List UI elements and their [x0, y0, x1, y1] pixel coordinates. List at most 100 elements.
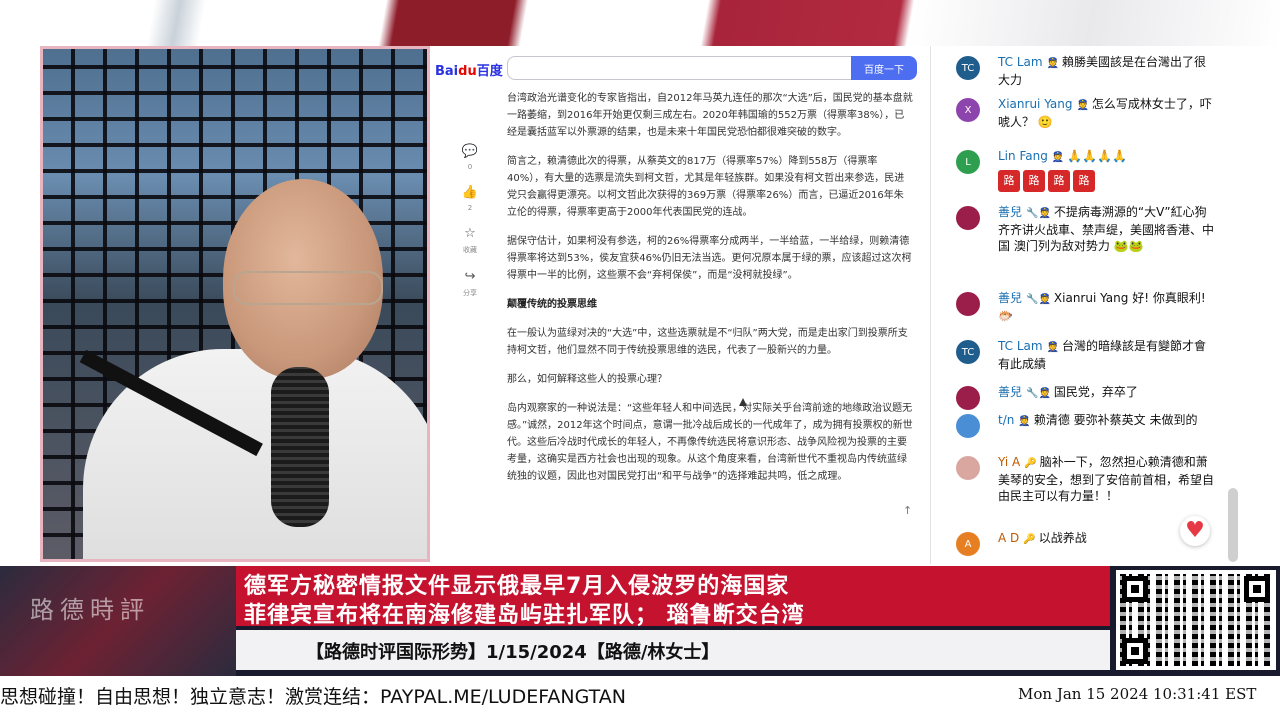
program-subtitle: 【路德时评国际形势】1/15/2024【路德/林女士】: [306, 642, 720, 663]
chat-author[interactable]: 善兒: [998, 205, 1022, 219]
chat-text: 国民党，弃卒了: [1053, 385, 1138, 399]
chat-author[interactable]: TC Lam: [998, 339, 1043, 353]
comment-icon: 💬: [461, 144, 479, 159]
avatar[interactable]: [956, 386, 980, 410]
chat-author[interactable]: 善兒: [998, 291, 1022, 305]
microphone: [271, 367, 329, 527]
chat-author[interactable]: t/n: [998, 413, 1014, 427]
qr-finder: [1122, 638, 1148, 664]
chat-message-body: 善兒 🔧👮 不提病毒溯源的“大V”紅心狗 齐齐讲火战車、禁声缇，美國將香港、中国 澳…: [998, 204, 1218, 254]
chat-message-body: TC Lam 👮 台灣的暗綠該是有變節才會有此成績: [998, 338, 1218, 372]
host-glasses: [233, 271, 383, 305]
headline-box: 德军方秘密情报文件显示俄最早7月入侵波罗的海国家 菲律宾宣布将在南海修建岛屿驻扎…: [236, 566, 1110, 628]
road-emoji-icon: 路: [998, 170, 1020, 192]
baidu-logo-bai: Bai: [435, 64, 459, 79]
clock: Mon Jan 15 2024 10:31:41 EST: [1018, 685, 1257, 703]
baidu-logo-cn: 百度: [476, 64, 503, 79]
like-icon: 👍: [461, 185, 479, 200]
article-paragraph: 那么，如何解释这些人的投票心理？: [507, 374, 667, 385]
chat-message-body: Yi A 🔑 脑补一下，忽然担心赖清德和萧美琴的安全，想到了安倍前首相，希望自由民主…: [998, 454, 1218, 504]
chat-message: 善兒 🔧👮 Xianrui Yang 好! 你真眼利! 🐡: [956, 290, 1241, 324]
qr-finder: [1244, 576, 1270, 602]
article-paragraph: 岛内观察家的一种说法是：“这些年轻人和中间选民，对实际关乎台湾前途的地缘政治议题…: [507, 403, 913, 482]
live-chat-panel: TC TC Lam 👮 賴勝美國該是在台灣出了很大力 X Xianrui Yang 👮 怎么写…: [936, 46, 1246, 566]
moderator-badge-icon: 🔧👮: [1026, 294, 1051, 305]
moderator-badge-icon: 👮: [1046, 58, 1060, 69]
chat-author[interactable]: Lin Fang: [998, 149, 1048, 163]
chat-message: TC TC Lam 👮 台灣的暗綠該是有變節才會有此成績: [956, 338, 1241, 372]
moderator-badge-icon: 👮: [1076, 100, 1089, 111]
chat-author[interactable]: 善兒: [998, 385, 1022, 399]
article-body: 台湾政治光谱变化的专家皆指出，自2012年马英九连任的那次“大选”后，国民党的基…: [507, 90, 913, 497]
subline-box: 【路德时评国际形势】1/15/2024【路德/林女士】: [236, 630, 1110, 670]
search-button[interactable]: 百度一下: [851, 56, 917, 80]
chat-message: TC TC Lam 👮 賴勝美國該是在台灣出了很大力: [956, 54, 1241, 88]
share-label: 分享: [463, 289, 477, 297]
chat-message-body: 善兒 🔧👮 国民党，弃卒了: [998, 384, 1218, 410]
chat-text: 以战养战: [1038, 531, 1087, 545]
road-emoji-icon: 路: [1073, 170, 1095, 192]
comment-count: 0: [467, 163, 473, 171]
star-icon: ☆: [464, 226, 476, 241]
avatar[interactable]: L: [956, 150, 980, 174]
chat-author[interactable]: Xianrui Yang: [998, 97, 1072, 111]
avatar[interactable]: [956, 456, 980, 480]
search-input[interactable]: [507, 56, 851, 80]
heart-reaction-button[interactable]: ♥: [1180, 516, 1210, 546]
moderator-badge-icon: 👮: [1018, 416, 1031, 427]
moderator-badge-icon: 🔑: [1023, 534, 1036, 545]
moderator-badge-icon: 🔧👮: [1026, 388, 1051, 399]
favorite-action[interactable]: ☆ 收藏: [463, 226, 477, 255]
avatar[interactable]: TC: [956, 56, 980, 80]
headline-2: 菲律宾宣布将在南海修建岛屿驻扎军队； 瑙鲁断交台湾: [244, 603, 805, 628]
chat-author[interactable]: Yi A: [998, 455, 1020, 469]
article-paragraph: 台湾政治光谱变化的专家皆指出，自2012年马英九连任的那次“大选”后，国民党的基…: [507, 93, 913, 138]
article-side-actions: 💬 0 👍 2 ☆ 收藏 ↪ 分享: [455, 144, 485, 312]
chat-author[interactable]: A D: [998, 531, 1019, 545]
channel-logo: 路德時評: [30, 596, 150, 624]
channel-logo-area: 路德時評: [0, 566, 236, 676]
chat-scrollbar[interactable]: [1228, 488, 1238, 562]
comment-action[interactable]: 💬 0: [462, 144, 478, 171]
moderator-badge-icon: 👮: [1051, 152, 1065, 163]
chat-message-body: TC Lam 👮 賴勝美國該是在台灣出了很大力: [998, 54, 1218, 88]
chat-message-body: 善兒 🔧👮 Xianrui Yang 好! 你真眼利! 🐡: [998, 290, 1218, 324]
baidu-logo[interactable]: Baidu百度: [435, 60, 503, 79]
baidu-logo-du: du: [458, 64, 477, 79]
avatar[interactable]: A: [956, 532, 980, 556]
news-banner: 路德時評 德军方秘密情报文件显示俄最早7月入侵波罗的海国家 菲律宾宣布将在南海修…: [0, 566, 1280, 676]
favorite-label: 收藏: [463, 246, 477, 254]
webcam-feed: [40, 46, 430, 562]
road-emoji-icon: 路: [1023, 170, 1045, 192]
chat-message: 善兒 🔧👮 不提病毒溯源的“大V”紅心狗 齐齐讲火战車、禁声缇，美國將香港、中国 澳…: [956, 204, 1241, 254]
chat-message-body: t/n 👮 赖清德 要弥补蔡英文 未做到的: [998, 412, 1218, 438]
share-action[interactable]: ↪ 分享: [463, 269, 477, 298]
like-action[interactable]: 👍 2: [462, 185, 478, 212]
avatar[interactable]: [956, 292, 980, 316]
top-banner: [0, 0, 1280, 46]
like-count: 2: [467, 204, 473, 212]
chat-text: 赖清德 要弥补蔡英文 未做到的: [1033, 413, 1198, 427]
avatar[interactable]: [956, 414, 980, 438]
bottom-crawl: 思想碰撞！自由思想！独立意志！激赏连结：PAYPAL.ME/LUDEFANGTA…: [0, 676, 1280, 720]
chat-author[interactable]: TC Lam: [998, 55, 1043, 69]
chat-message: Yi A 🔑 脑补一下，忽然担心赖清德和萧美琴的安全，想到了安倍前首相，希望自由民主…: [956, 454, 1241, 504]
mouse-cursor: [739, 398, 747, 406]
share-icon: ↪: [464, 269, 476, 284]
avatar[interactable]: X: [956, 98, 980, 122]
article-paragraph: 在一般认为蓝绿对决的“大选”中，这些选票就是不“归队”两大党，而是走出家门到投票…: [507, 328, 908, 356]
qr-finder: [1122, 576, 1148, 602]
back-to-top-icon[interactable]: ↑: [903, 504, 912, 517]
chat-message: L Lin Fang 👮 🙏🙏🙏🙏 路路路路: [956, 148, 1241, 192]
avatar[interactable]: TC: [956, 340, 980, 364]
headline-1: 德军方秘密情报文件显示俄最早7月入侵波罗的海国家: [244, 574, 790, 599]
article-paragraph: 简言之，赖清德此次的得票，从蔡英文的817万（得票率57%）降到558万（得票率…: [507, 156, 905, 218]
emoji-row: 路路路路: [998, 170, 1218, 192]
chat-message: 善兒 🔧👮 国民党，弃卒了: [956, 384, 1241, 410]
chat-text: 🙏🙏🙏🙏: [1067, 149, 1128, 163]
avatar[interactable]: [956, 206, 980, 230]
road-emoji-icon: 路: [1048, 170, 1070, 192]
chat-message-body: Lin Fang 👮 🙏🙏🙏🙏 路路路路: [998, 148, 1218, 192]
browser-article-panel: Baidu百度 百度一下 💬 0 👍 2 ☆ 收藏 ↪ 分享 台湾政治光谱变化的…: [433, 46, 931, 564]
chat-message-body: Xianrui Yang 👮 怎么写成林女士了，吓唬人？ 🙂: [998, 96, 1218, 130]
